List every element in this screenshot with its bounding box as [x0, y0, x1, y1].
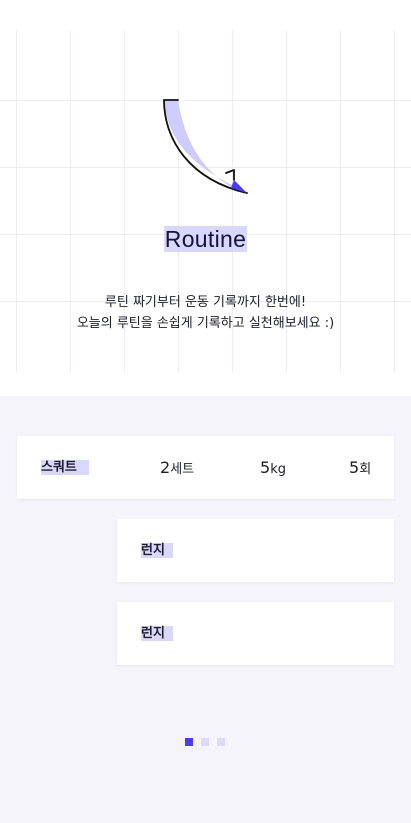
page-title-text: Routine: [163, 226, 248, 252]
pagination-dot-active[interactable]: [185, 738, 193, 746]
exercise-card-lunge[interactable]: 런지: [117, 602, 394, 665]
reps-value: 5회: [349, 458, 371, 477]
subtitle-line-2: 오늘의 루틴을 손쉽게 기록하고 실천해보세요 :): [76, 316, 335, 331]
weight-value: 5kg: [260, 458, 286, 477]
weight-number: 5: [260, 458, 271, 477]
pagination-dot[interactable]: [201, 738, 209, 746]
page-title: Routine: [0, 226, 411, 253]
reps-unit: 회: [359, 462, 372, 477]
page-subtitle: 루틴 짜기부터 운동 기록까지 한번에! 오늘의 루틴을 손쉽게 기록하고 실천…: [0, 292, 411, 334]
weight-unit: kg: [270, 462, 286, 477]
curved-arrow-icon: [163, 99, 248, 194]
exercise-name: 스쿼트: [41, 460, 89, 475]
subtitle-line-1: 루틴 짜기부터 운동 기록까지 한번에!: [104, 295, 307, 310]
reps-number: 5: [349, 458, 360, 477]
sets-value: 2세트: [160, 458, 194, 477]
exercise-card-squat[interactable]: 스쿼트 2세트 5kg 5회: [17, 436, 394, 499]
exercise-card-lunge[interactable]: 런지: [117, 519, 394, 582]
hero-section: Routine 루틴 짜기부터 운동 기록까지 한번에! 오늘의 루틴을 손쉽게…: [0, 0, 411, 396]
exercise-name: 런지: [141, 626, 173, 641]
sets-number: 2: [160, 458, 171, 477]
sets-unit: 세트: [170, 462, 195, 477]
pagination-dot[interactable]: [217, 738, 225, 746]
exercise-name: 런지: [141, 543, 173, 558]
